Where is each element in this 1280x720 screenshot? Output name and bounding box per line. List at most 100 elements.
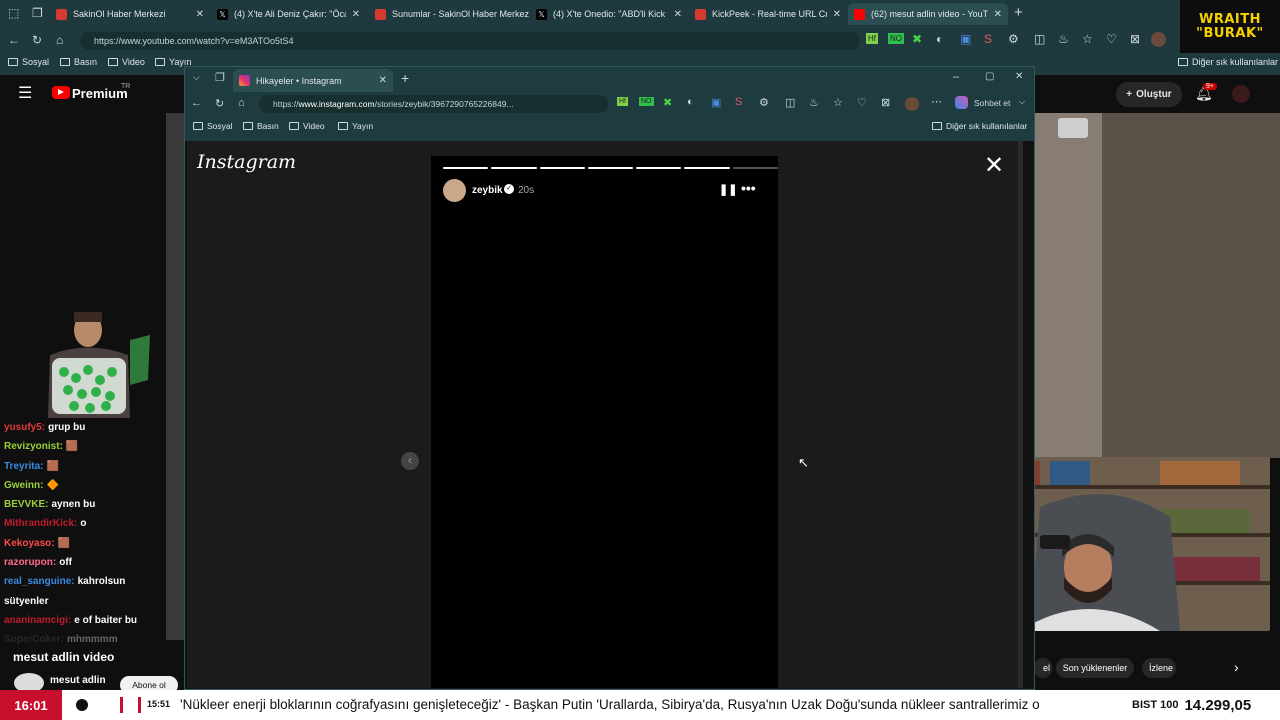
chevron-down-icon[interactable]: ⌵ <box>193 72 200 83</box>
close-icon[interactable]: ✕ <box>352 9 360 20</box>
screenshot-icon[interactable]: ⊠ <box>1130 32 1140 46</box>
youtube-logo-icon[interactable] <box>52 86 70 99</box>
outer-tab-5[interactable]: KickPeek - Real-time URL Crawler ✕ <box>689 3 847 25</box>
extensions-icon[interactable]: ⚙ <box>759 96 769 109</box>
bookmark-folder[interactable]: Basın <box>243 121 279 131</box>
extension-icon[interactable]: Hf <box>866 33 878 44</box>
browser-essentials-icon[interactable]: ♡ <box>1106 32 1117 46</box>
workspaces-icon[interactable]: ❐ <box>215 71 225 84</box>
channel-name[interactable]: mesut adlin <box>50 675 106 686</box>
new-tab-icon[interactable]: + <box>1014 4 1023 21</box>
chat-username[interactable]: Gweinn: <box>4 480 43 491</box>
bookmark-folder[interactable]: Video <box>108 57 145 67</box>
home-icon[interactable]: ⌂ <box>238 97 245 109</box>
performance-icon[interactable]: ♨ <box>1058 32 1069 46</box>
split-view-icon[interactable]: ◫ <box>1034 32 1045 46</box>
new-tab-icon[interactable]: + <box>401 70 409 86</box>
avatar[interactable] <box>1151 32 1166 47</box>
hamburger-menu-icon[interactable]: ☰ <box>18 83 32 103</box>
profile-icon[interactable]: ⬚ <box>8 6 19 20</box>
split-view-icon[interactable]: ◫ <box>785 96 795 109</box>
translate-icon[interactable]: ▣ <box>711 96 721 109</box>
chat-username[interactable]: Revizyonist: <box>4 441 63 452</box>
inner-tab-instagram[interactable]: Hikayeler • Instagram ✕ <box>233 69 393 92</box>
avatar[interactable] <box>905 97 919 111</box>
extension-icon[interactable]: ◐ <box>936 32 943 46</box>
favorites-icon[interactable]: ☆ <box>833 96 843 109</box>
chat-username[interactable]: BEVVKE: <box>4 499 48 510</box>
chat-username[interactable]: real_sanguine: <box>4 576 75 587</box>
translate-icon[interactable]: ▣ <box>960 32 971 46</box>
extensions-icon[interactable]: ⚙ <box>1008 32 1019 46</box>
close-window-icon[interactable]: ✕ <box>1015 71 1023 82</box>
minimize-icon[interactable]: – <box>953 71 959 83</box>
chevron-down-icon[interactable]: ⌵ <box>1019 97 1025 107</box>
chat-username[interactable]: Kekoyaso: <box>4 538 55 549</box>
extension-icon[interactable]: S <box>735 96 742 108</box>
extension-icon[interactable]: NO <box>888 33 904 44</box>
more-options-icon[interactable]: ••• <box>741 180 756 196</box>
close-icon[interactable]: ✕ <box>674 9 682 20</box>
close-icon[interactable]: ✕ <box>984 151 1004 180</box>
favorites-icon[interactable]: ☆ <box>1082 32 1093 46</box>
more-menu-icon[interactable]: ⋯ <box>931 95 942 108</box>
bookmark-label: Diğer sık kullanılanlar <box>1192 57 1279 67</box>
avatar[interactable] <box>1232 85 1250 103</box>
copilot-icon[interactable] <box>955 96 968 109</box>
maximize-icon[interactable]: ▢ <box>985 71 994 82</box>
outer-tab-4[interactable]: 𝕏 (4) X'te Onedio: "ABD'li Kick yayıncı … <box>530 3 688 25</box>
extension-icon[interactable]: S <box>984 32 992 46</box>
other-bookmarks[interactable]: Diğer sık kullanılanlar <box>1178 57 1278 67</box>
chip-partial[interactable]: el <box>1034 658 1052 678</box>
extension-icon[interactable]: NO <box>639 97 654 106</box>
extension-icon[interactable]: ◐ <box>687 96 694 108</box>
pause-icon[interactable]: ❚❚ <box>719 183 737 196</box>
chat-username[interactable]: MithrandirKick: <box>4 518 77 529</box>
other-bookmarks[interactable]: Diğer sık kullanılanlar <box>932 121 1027 131</box>
home-icon[interactable]: ⌂ <box>56 33 63 47</box>
instagram-logo[interactable]: Instagram <box>197 151 296 173</box>
chat-username[interactable]: SuperCoker: <box>4 634 64 645</box>
notification-badge: 9+ <box>1203 83 1217 90</box>
chat-username[interactable]: Treyrita: <box>4 461 43 472</box>
close-icon[interactable]: ✕ <box>994 9 1002 20</box>
outer-tab-6[interactable]: (62) mesut adlin video - YouT ✕ <box>848 3 1008 25</box>
outer-tab-1[interactable]: SakinOl Haber Merkezi ✕ <box>50 3 210 25</box>
refresh-icon[interactable]: ↻ <box>32 33 42 47</box>
chevron-right-icon[interactable]: › <box>1234 659 1239 675</box>
inner-url-field[interactable]: https://www.instagram.com/stories/zeybik… <box>259 95 609 113</box>
close-icon[interactable]: ✕ <box>833 9 841 20</box>
chat-username[interactable]: ananinamcigi: <box>4 615 71 626</box>
chip-watched[interactable]: İzlene <box>1142 658 1176 678</box>
create-button[interactable]: + Oluştur <box>1116 82 1182 107</box>
outer-tab-2[interactable]: 𝕏 (4) X'te Ali Deniz Çakır: "Öcalan, Ö ✕ <box>211 3 366 25</box>
outer-tab-3[interactable]: Sunumlar - SakinOl Haber Merkezi ✕ <box>369 3 529 25</box>
refresh-icon[interactable]: ↻ <box>215 97 224 110</box>
chat-username[interactable]: yusufy5: <box>4 422 45 433</box>
browser-essentials-icon[interactable]: ♡ <box>857 96 867 109</box>
story-user-avatar[interactable] <box>443 179 466 202</box>
screenshot-icon[interactable]: ⊠ <box>881 96 890 109</box>
bookmark-folder[interactable]: Sosyal <box>193 121 233 131</box>
bookmark-folder[interactable]: Video <box>289 121 325 131</box>
bookmark-folder[interactable]: Yayın <box>338 121 373 131</box>
chip-recent-uploads[interactable]: Son yüklenenler <box>1056 658 1134 678</box>
outer-url-field[interactable]: https://www.youtube.com/watch?v=eM3ATOo5… <box>80 32 860 50</box>
previous-story-button[interactable]: ‹ <box>401 452 419 470</box>
crosshair-icon[interactable]: ✖ <box>912 32 922 46</box>
scrollbar[interactable] <box>1018 141 1023 688</box>
story-username[interactable]: zeybik <box>472 185 503 196</box>
story-frame[interactable]: zeybik ✓ 20s ❚❚ ••• <box>431 156 778 688</box>
bookmark-folder[interactable]: Basın <box>60 57 97 67</box>
copilot-label[interactable]: Sohbet et <box>974 98 1010 108</box>
workspaces-icon[interactable]: ❐ <box>32 6 43 20</box>
close-icon[interactable]: ✕ <box>196 9 204 20</box>
bookmark-folder[interactable]: Sosyal <box>8 57 49 67</box>
extension-icon[interactable]: Hf <box>617 97 628 106</box>
performance-icon[interactable]: ♨ <box>809 96 819 109</box>
back-icon[interactable]: ← <box>191 97 202 109</box>
crosshair-icon[interactable]: ✖ <box>663 96 672 109</box>
back-icon[interactable]: ← <box>8 33 20 47</box>
chat-username[interactable]: razorupon: <box>4 557 56 568</box>
close-icon[interactable]: ✕ <box>379 75 387 86</box>
